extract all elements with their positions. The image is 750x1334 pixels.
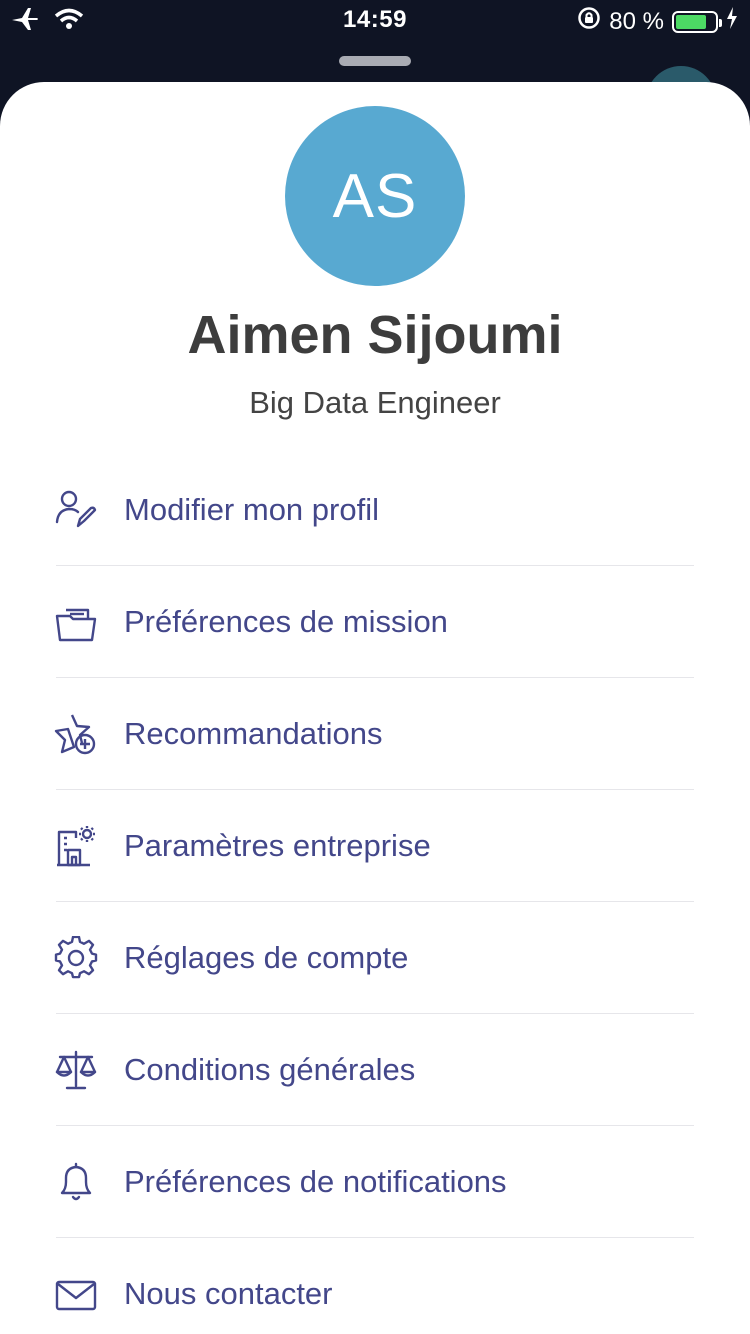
menu-item-company-settings[interactable]: Paramètres entreprise [0, 790, 750, 902]
menu-item-label: Réglages de compte [124, 940, 409, 975]
scales-icon [54, 1048, 98, 1092]
battery-fill [676, 14, 707, 29]
menu-item-label: Préférences de notifications [124, 1164, 507, 1199]
menu-item-account-settings[interactable]: Réglages de compte [0, 902, 750, 1014]
menu-item-label: Recommandations [124, 716, 383, 751]
envelope-icon [54, 1272, 98, 1316]
battery-percent: 80 % [609, 7, 664, 35]
menu-item-notification-preferences[interactable]: Préférences de notifications [0, 1126, 750, 1238]
menu-item-label: Conditions générales [124, 1052, 416, 1087]
star-plus-icon [54, 712, 98, 756]
profile-name: Aimen Sijoumi [187, 305, 563, 365]
settings-menu: Modifier mon profil Préférences de missi… [0, 454, 750, 1334]
status-bar: 14:59 80 % [0, 0, 750, 40]
menu-item-label: Modifier mon profil [124, 492, 379, 527]
menu-item-label: Paramètres entreprise [124, 828, 431, 863]
menu-item-recommendations[interactable]: Recommandations [0, 678, 750, 790]
folder-icon [54, 600, 98, 644]
menu-item-label: Nous contacter [124, 1276, 333, 1311]
profile-role: Big Data Engineer [249, 385, 501, 420]
building-icon [54, 824, 98, 868]
menu-item-contact-us[interactable]: Nous contacter [0, 1238, 750, 1334]
bell-icon [54, 1160, 98, 1204]
battery-icon [672, 10, 722, 33]
menu-item-mission-preferences[interactable]: Préférences de mission [0, 566, 750, 678]
avatar-initials: AS [332, 161, 418, 231]
menu-item-terms[interactable]: Conditions générales [0, 1014, 750, 1126]
sheet-grabber[interactable] [339, 56, 411, 66]
orientation-lock-icon [577, 6, 601, 37]
menu-item-edit-profile[interactable]: Modifier mon profil [0, 454, 750, 566]
gear-icon [54, 936, 98, 980]
status-right: 80 % [577, 6, 738, 37]
edit-user-icon [54, 488, 98, 532]
profile-sheet: AS Aimen Sijoumi Big Data Engineer Modif… [0, 82, 750, 1334]
avatar[interactable]: AS [285, 106, 465, 286]
charging-icon [726, 7, 738, 36]
menu-item-label: Préférences de mission [124, 604, 448, 639]
